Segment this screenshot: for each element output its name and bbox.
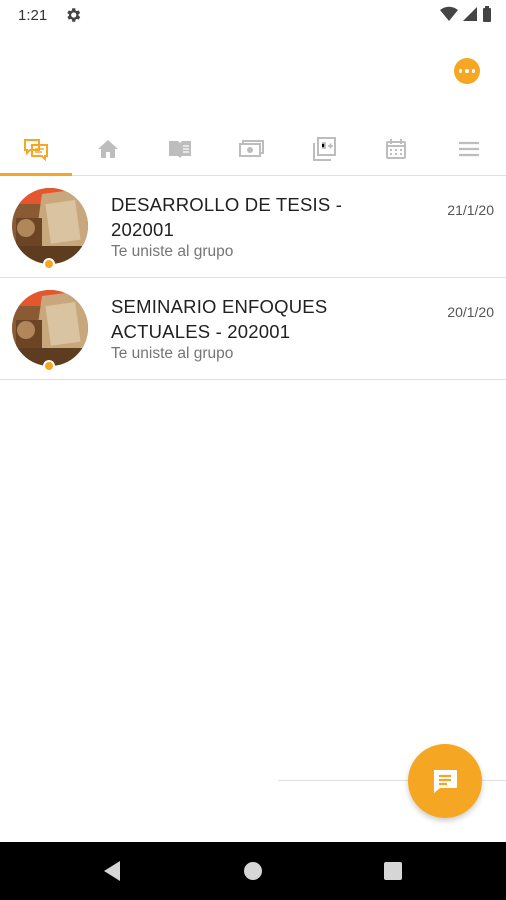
- tab-bar: [0, 122, 506, 176]
- chat-subtitle: Te uniste al grupo: [111, 345, 234, 362]
- group-avatar: [12, 290, 88, 366]
- tab-chats[interactable]: [0, 122, 72, 176]
- more-options-button[interactable]: [454, 58, 480, 84]
- chat-list-item[interactable]: DESARROLLO DE TESIS - 202001 Te uniste a…: [0, 176, 506, 278]
- chat-date: 21/1/20: [447, 202, 494, 218]
- home-icon: [98, 139, 118, 158]
- grades-icon: [313, 136, 336, 161]
- system-nav-bar: [0, 842, 506, 900]
- app-header: [0, 32, 506, 122]
- tab-home[interactable]: [72, 122, 144, 175]
- new-message-icon: [434, 770, 457, 793]
- chat-list: DESARROLLO DE TESIS - 202001 Te uniste a…: [0, 176, 506, 380]
- battery-icon: [483, 6, 491, 22]
- chat-title: DESARROLLO DE TESIS - 202001: [111, 194, 343, 240]
- chat-list-item[interactable]: SEMINARIO ENFOQUES ACTUALES - 202001 Te …: [0, 278, 506, 380]
- tab-payments[interactable]: [216, 122, 288, 175]
- chat-subtitle: Te uniste al grupo: [111, 243, 234, 260]
- back-icon[interactable]: [102, 860, 122, 882]
- chat-icon: [24, 138, 48, 161]
- group-avatar-image: [12, 290, 88, 366]
- tab-courses[interactable]: [144, 122, 216, 175]
- online-indicator: [43, 258, 55, 270]
- new-chat-button[interactable]: [408, 744, 482, 818]
- recents-icon[interactable]: [384, 862, 402, 880]
- tab-calendar[interactable]: [360, 122, 432, 175]
- tab-menu[interactable]: [432, 122, 506, 175]
- more-dots-icon: [458, 69, 463, 73]
- cell-signal-icon: [463, 7, 477, 21]
- settings-gear-icon: [67, 8, 81, 22]
- chat-title: SEMINARIO ENFOQUES ACTUALES - 202001: [111, 296, 328, 342]
- status-time: 1:21: [18, 7, 48, 24]
- status-bar: 1:21: [0, 0, 506, 32]
- status-indicators: [440, 6, 492, 22]
- money-icon: [239, 139, 264, 157]
- online-indicator: [43, 360, 55, 372]
- calendar-icon: [386, 138, 406, 159]
- chat-date: 20/1/20: [447, 304, 494, 320]
- home-nav-icon[interactable]: [244, 862, 262, 880]
- group-avatar: [12, 188, 88, 264]
- wifi-icon: [440, 6, 458, 22]
- tab-grades[interactable]: [288, 122, 360, 175]
- group-avatar-image: [12, 188, 88, 264]
- book-icon: [169, 140, 191, 158]
- menu-icon: [459, 141, 479, 156]
